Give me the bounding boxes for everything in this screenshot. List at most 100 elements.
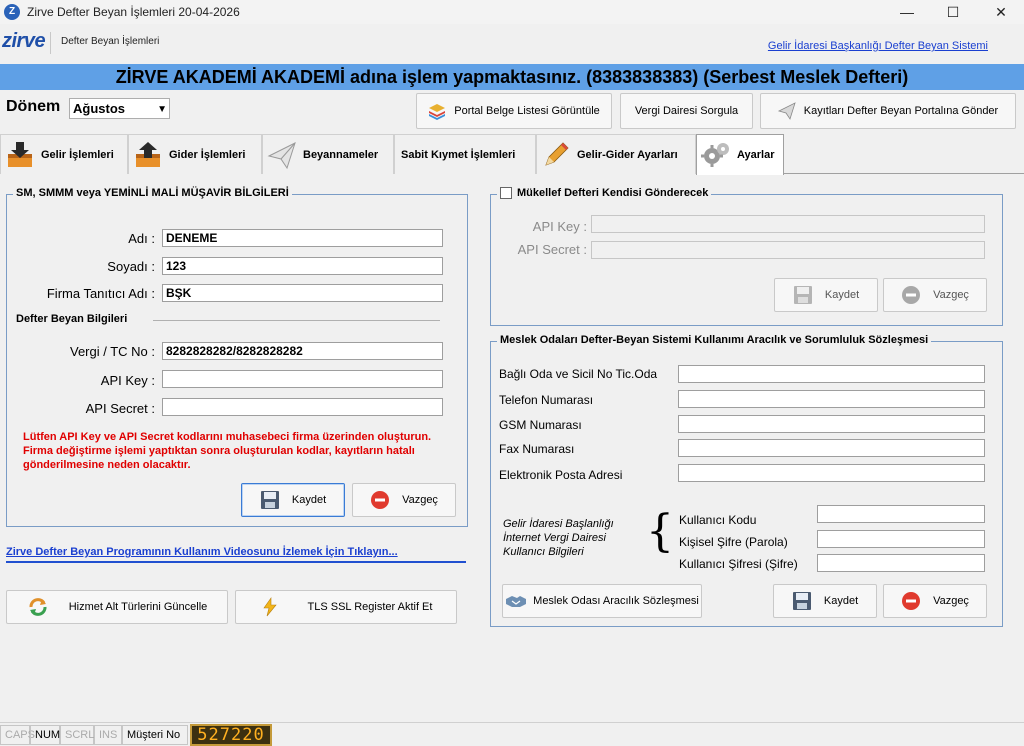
tab-beyannameler[interactable]: Beyannameler <box>262 134 394 174</box>
period-value: Ağustos <box>73 101 125 116</box>
cancel-label: Vazgeç <box>933 595 969 607</box>
maximize-button[interactable]: ☐ <box>930 0 976 24</box>
email-field[interactable] <box>678 464 985 482</box>
update-service-types-button[interactable]: Hizmet Alt Türlerini Güncelle <box>6 590 228 624</box>
tax-office-query-button[interactable]: Vergi Dairesi Sorgula <box>620 93 753 129</box>
api-key-label: API Key : <box>100 373 155 388</box>
phone-field[interactable] <box>678 390 985 408</box>
paper-plane-icon <box>777 102 796 120</box>
tax-id-field[interactable]: 8282828282/8282828282 <box>162 342 443 360</box>
income-icon <box>8 141 32 167</box>
layers-icon <box>429 104 446 120</box>
gib-note-line: Gelir İdaresi Başlanlığı <box>503 518 614 530</box>
firm-name-field[interactable]: BŞK <box>162 284 443 302</box>
user-password-field[interactable] <box>817 554 985 572</box>
chamber-cancel-button[interactable]: Vazgeç <box>883 584 987 618</box>
save-label: Kaydet <box>824 289 860 301</box>
taxpayer-self-send-checkbox[interactable] <box>500 187 512 199</box>
usage-video-link[interactable]: Zirve Defter Beyan Programının Kullanım … <box>6 546 398 558</box>
cancel-icon <box>902 592 921 610</box>
close-button[interactable]: ✕ <box>978 0 1024 24</box>
api-warning-text: Lütfen API Key ve API Secret kodlarını m… <box>23 431 432 471</box>
taxpayer-api-key-label: API Key : <box>532 219 587 234</box>
brace-symbol: { <box>646 506 674 557</box>
gib-note-line: İnternet Vergi Dairesi <box>503 532 606 544</box>
period-select[interactable]: Ağustos ▼ <box>69 98 170 119</box>
floppy-icon <box>260 491 279 509</box>
chamber-registry-label: Bağlı Oda ve Sicil No Tic.Oda <box>499 367 658 381</box>
fax-label: Fax Numarası <box>499 442 575 456</box>
tab-ayarlar[interactable]: Ayarlar <box>696 134 784 175</box>
user-code-label: Kullanıcı Kodu <box>679 513 757 527</box>
user-code-field[interactable] <box>817 505 985 523</box>
save-label: Kaydet <box>291 494 327 506</box>
header-divider <box>50 32 51 54</box>
tab-gelir-gider-ayarlari[interactable]: Gelir-Gider Ayarları <box>536 134 696 174</box>
tax-id-label: Vergi / TC No : <box>69 344 155 359</box>
taxpayer-group-title: Mükellef Defteri Kendisi Gönderecek <box>497 187 712 199</box>
chamber-save-button[interactable]: Kaydet <box>773 584 877 618</box>
paper-plane-icon <box>267 141 296 169</box>
last-name-label: Soyadı : <box>107 259 155 274</box>
module-name: Defter Beyan İşlemleri <box>61 36 160 47</box>
window-title: Zirve Defter Beyan İşlemleri 20-04-2026 <box>27 5 240 19</box>
app-icon: Z <box>4 4 20 20</box>
chamber-agreement-group: Meslek Odaları Defter-Beyan Sistemi Kull… <box>490 334 1003 627</box>
video-link-container: Zirve Defter Beyan Programının Kullanım … <box>6 544 466 563</box>
floppy-icon <box>792 592 811 610</box>
customer-no-display: 527220 <box>190 724 272 746</box>
portal-document-list-label: Portal Belge Listesi Görüntüle <box>454 105 600 117</box>
gib-defter-beyan-link[interactable]: Gelir İdaresi Başkanlığı Defter Beyan Si… <box>768 40 988 52</box>
gsm-field[interactable] <box>678 415 985 433</box>
cancel-label: Vazgeç <box>402 494 438 506</box>
chamber-registry-field[interactable] <box>678 365 985 383</box>
taxpayer-self-send-group: Mükellef Defteri Kendisi Gönderecek API … <box>490 187 1003 326</box>
cancel-icon <box>371 491 390 509</box>
chamber-agreement-label: Meslek Odası Aracılık Sözleşmesi <box>533 595 699 607</box>
chevron-down-icon: ▼ <box>157 104 167 115</box>
update-service-types-label: Hizmet Alt Türlerini Güncelle <box>68 601 208 613</box>
chamber-group-title: Meslek Odaları Defter-Beyan Sistemi Kull… <box>497 334 932 346</box>
tab-strip: Gelir İşlemleri Gider İşlemleri Beyannam… <box>0 134 1024 175</box>
user-password-label: Kullanıcı Şifresi (Şifre) <box>679 557 798 571</box>
cancel-icon <box>902 286 921 304</box>
taxpayer-api-secret-field[interactable] <box>591 241 985 259</box>
defter-beyan-subtitle: Defter Beyan Bilgileri <box>16 313 128 325</box>
smmm-save-button[interactable]: Kaydet <box>241 483 345 517</box>
first-name-field[interactable]: DENEME <box>162 229 443 247</box>
tab-sabit-kiymet-islemleri[interactable]: Sabit Kıymet İşlemleri <box>394 134 536 174</box>
tab-label: Beyannameler <box>303 148 379 161</box>
taxpayer-save-button[interactable]: Kaydet <box>774 278 878 312</box>
personal-password-label: Kişisel Şifre (Parola) <box>679 535 788 549</box>
smmm-cancel-button[interactable]: Vazgeç <box>352 483 456 517</box>
taxpayer-api-key-field[interactable] <box>591 215 985 233</box>
tab-label: Gelir İşlemleri <box>41 148 114 161</box>
last-name-field[interactable]: 123 <box>162 257 443 275</box>
chamber-agreement-button[interactable]: Meslek Odası Aracılık Sözleşmesi <box>502 584 702 618</box>
taxpayer-cancel-button[interactable]: Vazgeç <box>883 278 987 312</box>
subtitle-divider <box>153 320 440 321</box>
tab-label: Gider İşlemleri <box>169 148 246 161</box>
title-bar: Z Zirve Defter Beyan İşlemleri 20-04-202… <box>0 0 1024 24</box>
taxpayer-self-send-label: Mükellef Defteri Kendisi Gönderecek <box>517 187 709 199</box>
personal-password-field[interactable] <box>817 530 985 548</box>
save-label: Kaydet <box>823 595 859 607</box>
api-secret-field[interactable] <box>162 398 443 416</box>
portal-document-list-button[interactable]: Portal Belge Listesi Görüntüle <box>416 93 612 129</box>
minimize-button[interactable]: — <box>884 0 930 24</box>
api-key-field[interactable] <box>162 370 443 388</box>
tab-gider-islemleri[interactable]: Gider İşlemleri <box>128 134 262 174</box>
gsm-label: GSM Numarası <box>499 418 582 432</box>
send-to-portal-label: Kayıtları Defter Beyan Portalına Gönder <box>803 105 999 117</box>
tab-gelir-islemleri[interactable]: Gelir İşlemleri <box>0 134 128 174</box>
zirve-logo: zirve <box>2 30 46 52</box>
refresh-icon <box>29 598 47 616</box>
tab-label: Ayarlar <box>737 149 775 161</box>
first-name-label: Adı : <box>128 231 155 246</box>
period-label: Dönem <box>6 98 61 115</box>
fax-field[interactable] <box>678 439 985 457</box>
send-to-portal-button[interactable]: Kayıtları Defter Beyan Portalına Gönder <box>760 93 1016 129</box>
tls-ssl-register-button[interactable]: TLS SSL Register Aktif Et <box>235 590 457 624</box>
lightning-icon <box>262 597 277 617</box>
status-bar: CAPS NUM SCRL INS Müşteri No 527220 <box>0 722 1024 746</box>
